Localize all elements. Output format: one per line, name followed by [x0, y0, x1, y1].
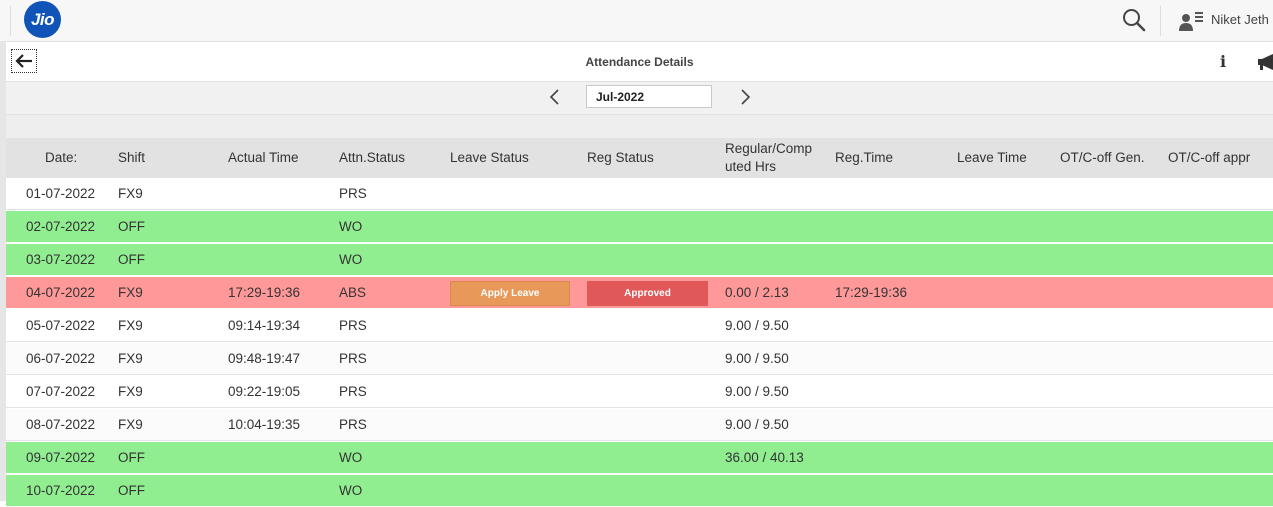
- chevron-right-icon[interactable]: [736, 86, 754, 108]
- cell-date: 01-07-2022: [26, 186, 96, 201]
- cell-date: 02-07-2022: [26, 219, 96, 234]
- header-reg-status: Reg Status: [587, 150, 654, 165]
- cell-actual-time: 09:48-19:47: [228, 351, 301, 366]
- cell-actual-time: 09:14-19:34: [228, 318, 301, 333]
- header-hours-line1: Regular/Comp: [725, 141, 813, 156]
- top-bar: Jio Niket Jeth: [0, 0, 1273, 42]
- cell-shift: OFF: [118, 483, 145, 498]
- title-bar: Attendance Details i: [6, 42, 1273, 82]
- table-row[interactable]: 05-07-2022 FX9 09:14-19:34 PRS 9.00 / 9.…: [6, 310, 1273, 342]
- cell-shift: OFF: [118, 219, 145, 234]
- table-row[interactable]: 08-07-2022 FX9 10:04-19:35 PRS 9.00 / 9.…: [6, 409, 1273, 441]
- divider: [10, 6, 11, 36]
- cell-shift: FX9: [118, 351, 143, 366]
- table-row[interactable]: 04-07-2022 FX9 17:29-19:36 ABS Apply Lea…: [6, 277, 1273, 309]
- cell-shift: OFF: [118, 450, 145, 465]
- cell-date: 03-07-2022: [26, 252, 96, 267]
- table-row[interactable]: 06-07-2022 FX9 09:48-19:47 PRS 9.00 / 9.…: [6, 343, 1273, 375]
- megaphone-icon[interactable]: [1257, 54, 1273, 70]
- table-row[interactable]: 02-07-2022 OFF WO: [6, 211, 1273, 243]
- table-row[interactable]: 01-07-2022 FX9 PRS: [6, 178, 1273, 210]
- cell-attn-status: PRS: [339, 186, 367, 201]
- month-selector-bar: [6, 82, 1273, 114]
- header-ot-appr: OT/C-off appr: [1168, 150, 1251, 165]
- user-list-icon[interactable]: [1178, 9, 1204, 33]
- header-shift: Shift: [118, 150, 146, 165]
- header-attn-status: Attn.Status: [339, 150, 406, 165]
- user-name[interactable]: Niket Jeth: [1211, 12, 1269, 27]
- header-actual-time: Actual Time: [228, 150, 299, 165]
- cell-attn-status: ABS: [339, 285, 367, 300]
- cell-date: 07-07-2022: [26, 384, 96, 399]
- cell-hours: 9.00 / 9.50: [725, 417, 789, 432]
- cell-actual-time: 17:29-19:36: [228, 285, 301, 300]
- spacer-band: [6, 114, 1273, 139]
- cell-hours: 9.00 / 9.50: [725, 384, 789, 399]
- cell-attn-status: PRS: [339, 417, 367, 432]
- cell-actual-time: 10:04-19:35: [228, 417, 301, 432]
- cell-actual-time: 09:22-19:05: [228, 384, 301, 399]
- chevron-left-icon[interactable]: [546, 86, 564, 108]
- apply-leave-button[interactable]: Apply Leave: [450, 281, 570, 306]
- cell-shift: FX9: [118, 285, 143, 300]
- cell-attn-status: WO: [339, 450, 363, 465]
- cell-date: 09-07-2022: [26, 450, 96, 465]
- table-row[interactable]: 03-07-2022 OFF WO: [6, 244, 1273, 276]
- header-hours-line2: uted Hrs: [725, 159, 777, 174]
- table-header: Date: Shift Actual Time Attn.Status Leav…: [6, 138, 1273, 178]
- header-reg-time: Reg.Time: [835, 150, 894, 165]
- cell-hours: 9.00 / 9.50: [725, 351, 789, 366]
- table-row[interactable]: 10-07-2022 OFF WO: [6, 475, 1273, 507]
- cell-date: 04-07-2022: [26, 285, 96, 300]
- approved-button[interactable]: Approved: [587, 281, 708, 306]
- cell-attn-status: WO: [339, 252, 363, 267]
- cell-hours: 9.00 / 9.50: [725, 318, 789, 333]
- header-ot-gen: OT/C-off Gen.: [1060, 150, 1145, 165]
- cell-hours: 36.00 / 40.13: [725, 450, 804, 465]
- jio-logo[interactable]: Jio: [24, 1, 61, 38]
- divider: [1160, 6, 1161, 36]
- cell-shift: FX9: [118, 186, 143, 201]
- cell-shift: FX9: [118, 384, 143, 399]
- cell-attn-status: PRS: [339, 351, 367, 366]
- cell-date: 10-07-2022: [26, 483, 96, 498]
- cell-shift: FX9: [118, 318, 143, 333]
- cell-attn-status: WO: [339, 219, 363, 234]
- cell-reg-time: 17:29-19:36: [835, 285, 908, 300]
- header-leave-status: Leave Status: [450, 150, 529, 165]
- cell-hours: 0.00 / 2.13: [725, 285, 789, 300]
- cell-attn-status: PRS: [339, 318, 367, 333]
- table-row[interactable]: 09-07-2022 OFF WO 36.00 / 40.13: [6, 442, 1273, 474]
- page-title: Attendance Details: [585, 55, 694, 69]
- header-leave-time: Leave Time: [957, 150, 1027, 165]
- info-icon[interactable]: i: [1220, 52, 1226, 71]
- table-row[interactable]: 07-07-2022 FX9 09:22-19:05 PRS 9.00 / 9.…: [6, 376, 1273, 408]
- month-input[interactable]: [586, 85, 712, 108]
- cell-attn-status: PRS: [339, 384, 367, 399]
- cell-shift: OFF: [118, 252, 145, 267]
- cell-date: 05-07-2022: [26, 318, 96, 333]
- cell-date: 06-07-2022: [26, 351, 96, 366]
- cell-date: 08-07-2022: [26, 417, 96, 432]
- header-date: Date:: [45, 150, 78, 165]
- search-icon[interactable]: [1121, 7, 1147, 33]
- cell-shift: FX9: [118, 417, 143, 432]
- cell-attn-status: WO: [339, 483, 363, 498]
